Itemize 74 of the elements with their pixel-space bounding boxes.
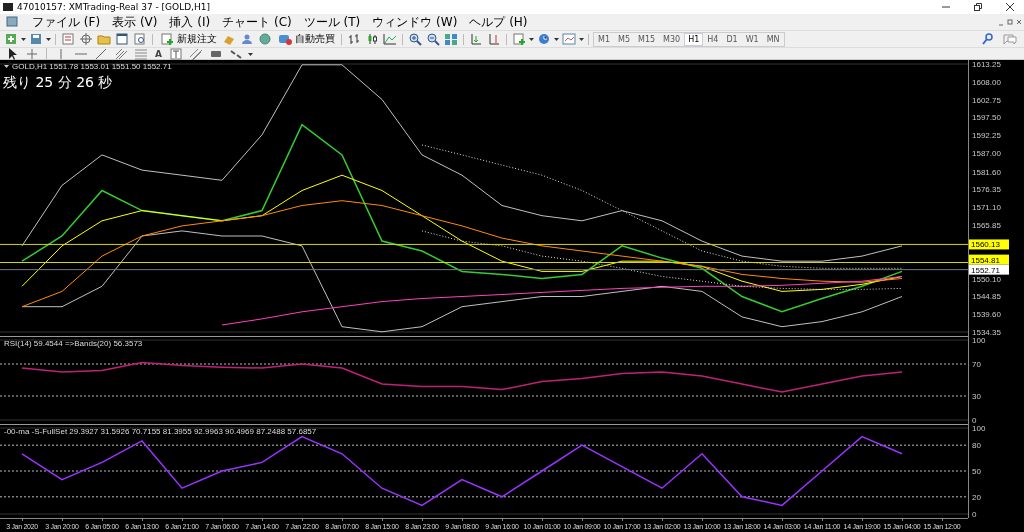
ref-line-label: 1560.13 [971,240,1001,250]
window-title: 47010157: XMTrading-Real 37 - [GOLD,H1] [17,2,211,12]
trend-line-icon[interactable] [93,46,109,61]
axis-label: 50 [972,467,981,476]
price-tag: 1554.81 [969,254,1009,265]
app-logo-icon [3,3,13,11]
axis-label: 1571.10 [972,203,1001,213]
axis-label: 80 [972,441,981,451]
axis-label: 1613.25 [972,60,1001,69]
timeframe-button[interactable]: D1 [722,32,742,46]
magnifier-doc-icon[interactable] [132,32,148,46]
ref-line-label: 1554.81 [971,255,1001,265]
axis-label: 0 [972,510,977,519]
zoom-in-icon[interactable] [407,32,423,46]
axis-label: 70 [972,360,981,369]
timeframe-button[interactable]: M30 [659,32,685,46]
menu-item[interactable]: チャート (C) [222,13,292,31]
chart-info: GOLD,H1 1551.78 1553.01 1551.50 1552.71 [12,62,172,71]
axis-label: 1587.00 [972,149,1001,159]
indicator-info: -00-ma -S-FullSet 29.3927 31.5926 70.7155 81.3955 92.9963 90.4969 87.2488 57.6857 [4,427,317,436]
chart-shift-icon[interactable] [486,32,502,46]
axis-label: 1544.85 [972,292,1001,302]
axis-label: 1597.50 [972,113,1001,123]
axis-label: 1608.00 [972,77,1001,87]
timeframe-button[interactable]: M15 [634,32,660,46]
tile-windows-icon[interactable] [443,32,459,46]
window-icon[interactable] [114,32,130,46]
indicator-info: RSI(14) 59.4544 =>Bands(20) 56.3573 [4,339,143,348]
timeframe-button[interactable]: MN [762,32,784,46]
search-icon[interactable] [980,32,996,46]
timeframe-button[interactable]: M1 [594,32,614,46]
axis-label: 0 [972,416,977,424]
axis-label: 30 [972,392,981,401]
menu-item[interactable]: 挿入 (I) [169,13,211,31]
floppy-icon[interactable] [28,32,44,46]
axis-label: 1534.35 [972,328,1001,336]
bar-chart-icon[interactable] [346,32,362,46]
zoom-out-icon[interactable] [425,32,441,46]
menu-item[interactable]: 表示 (V) [112,13,158,31]
menu-item[interactable]: ヘルプ (H) [469,13,528,31]
auto-scroll-icon[interactable] [468,32,484,46]
minimize-icon [942,3,950,11]
menu-item[interactable]: ウィンドウ (W) [372,13,458,31]
restore-icon [974,3,982,11]
text-label-icon[interactable] [167,46,184,61]
timeframe-button[interactable]: W1 [741,32,763,46]
clock-icon[interactable] [536,32,552,46]
countdown-text: 残り 25 分 26 秒 [3,74,113,90]
close-icon [1006,3,1014,11]
axis-label: 1565.85 [972,221,1001,230]
template-icon[interactable] [561,32,577,46]
timeframe-button[interactable]: M5 [614,32,634,46]
axis-label: 100 [972,336,986,345]
price-tag: 1552.71 [969,264,1009,275]
new-order-button[interactable]: 新規注文 [157,31,219,47]
axis-label: 1576.35 [972,185,1001,195]
auto-trading-button[interactable]: 自動売買 [275,31,337,47]
ref-line-label: 1552.71 [971,265,1001,275]
menu-item[interactable]: ツール (T) [303,13,361,31]
timeframe-button[interactable]: H4 [703,32,723,46]
axis-label: 100 [972,424,986,433]
timeframe-button[interactable]: H1 [684,32,704,46]
collapse-arrow-icon[interactable] [4,65,9,68]
crosshair-icon[interactable] [24,46,40,61]
price-tag: 1560.13 [969,239,1009,250]
axis-label: 1581.60 [972,167,1001,177]
axis-label: 1602.75 [972,95,1001,105]
axis-label: 1550.10 [972,274,1001,284]
axis-label: 1592.25 [972,131,1001,141]
axis-label: 20 [972,492,981,502]
text-tool-button[interactable]: A [153,48,164,59]
menu-item[interactable]: ファイル (F) [32,13,101,31]
channel-icon[interactable] [187,46,204,61]
axis-label: 1539.60 [972,310,1001,320]
